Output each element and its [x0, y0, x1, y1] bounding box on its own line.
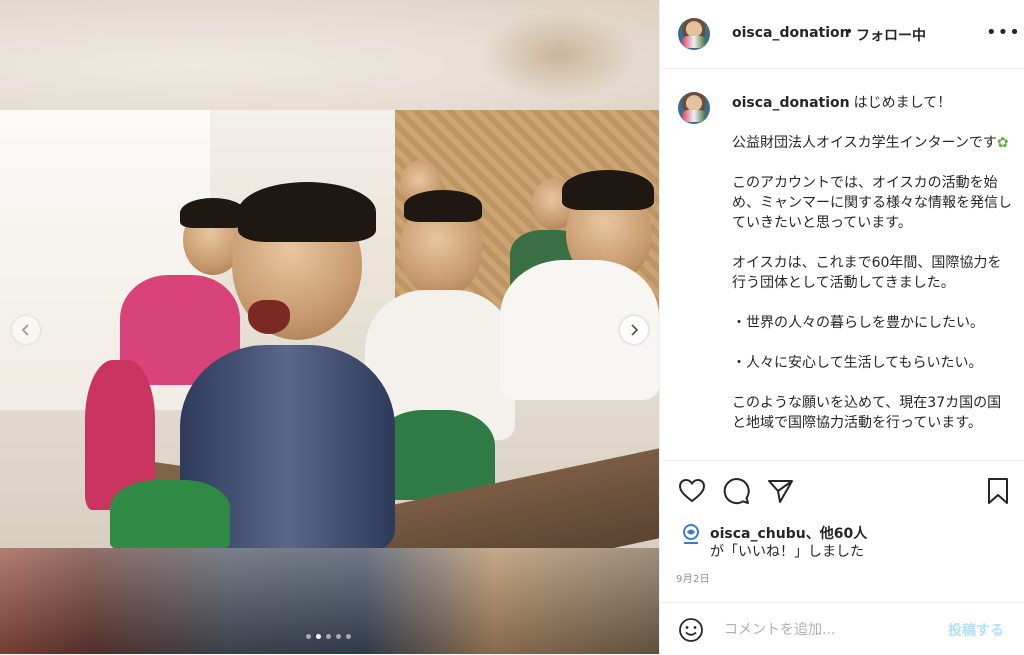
- comment-box: 投稿する: [660, 602, 1024, 655]
- follow-status-button[interactable]: フォロー中: [856, 25, 926, 45]
- post-photo: [0, 110, 659, 548]
- bookmark-icon: [988, 478, 1008, 504]
- share-button[interactable]: [766, 477, 794, 505]
- share-icon: [768, 480, 793, 503]
- post-comment-button[interactable]: 投稿する: [948, 620, 1004, 640]
- previous-image-button[interactable]: [12, 316, 40, 344]
- caption-area: oisca_donation はじめまして！ 公益財団法人オイスカ学生インターンで…: [660, 68, 1024, 460]
- caption-line: このような願いを込めて、現在37カ国の国と地域で国際協力活動を行っています。: [732, 395, 1002, 431]
- caption-avatar[interactable]: [678, 92, 710, 124]
- more-options-icon[interactable]: •••: [986, 22, 1021, 43]
- username-link[interactable]: oisca_donation: [732, 25, 850, 41]
- post-header: oisca_donation • フォロー中 •••: [660, 0, 1024, 69]
- like-button[interactable]: [678, 477, 706, 505]
- post-date[interactable]: 9月2日: [676, 570, 710, 585]
- post-media: [0, 0, 659, 654]
- caption-line: このアカウントでは、オイスカの活動を始め、ミャンマーに関する様々な情報を発信して…: [732, 175, 1012, 231]
- instagram-post-viewer: oisca_donation • フォロー中 ••• oisca_donatio…: [0, 0, 1024, 654]
- carousel-dot: [346, 634, 351, 639]
- avatar[interactable]: [678, 18, 710, 50]
- chevron-right-icon: [631, 324, 639, 336]
- post-side-panel: oisca_donation • フォロー中 ••• oisca_donatio…: [659, 0, 1024, 654]
- save-button[interactable]: [984, 477, 1012, 505]
- action-bar: [660, 460, 1024, 521]
- likes-suffix: が「いいね！」しました: [710, 544, 864, 560]
- carousel-dot: [306, 634, 311, 639]
- carousel-indicator: [306, 634, 351, 639]
- emoji-icon[interactable]: [678, 617, 704, 643]
- likes-others-link[interactable]: 、他60人: [806, 526, 867, 542]
- separator-dot: •: [845, 24, 854, 40]
- chevron-left-icon: [21, 324, 29, 336]
- caption-line: オイスカは、これまで60年間、国際協力を行う団体として活動してきました。: [732, 255, 1002, 291]
- caption-text: oisca_donation はじめまして！ 公益財団法人オイスカ学生インターンで…: [732, 93, 1014, 433]
- caption-line: ・人々に安心して生活してもらいたい。: [732, 355, 983, 371]
- leaf-emoji-icon: ✿: [996, 135, 1009, 151]
- comment-icon: [723, 478, 750, 505]
- carousel-dot: [326, 634, 331, 639]
- caption-line: ・世界の人々の暮らしを豊かにしたい。: [732, 315, 984, 331]
- caption-line: はじめまして！: [853, 95, 952, 111]
- comment-button[interactable]: [722, 477, 750, 505]
- liker-username-link[interactable]: oisca_chubu: [710, 526, 806, 542]
- caption-username-link[interactable]: oisca_donation: [732, 95, 850, 111]
- likes-line: oisca_chubu、他60人: [710, 523, 867, 543]
- oisca-logo-icon[interactable]: [680, 523, 702, 551]
- carousel-dot-active: [316, 634, 321, 639]
- next-image-button[interactable]: [620, 316, 648, 344]
- heart-icon: [678, 478, 706, 503]
- caption-line: 公益財団法人オイスカ学生インターンです: [732, 135, 997, 151]
- comment-input[interactable]: [722, 617, 926, 643]
- blurred-background-top: [0, 0, 659, 110]
- carousel-dot: [336, 634, 341, 639]
